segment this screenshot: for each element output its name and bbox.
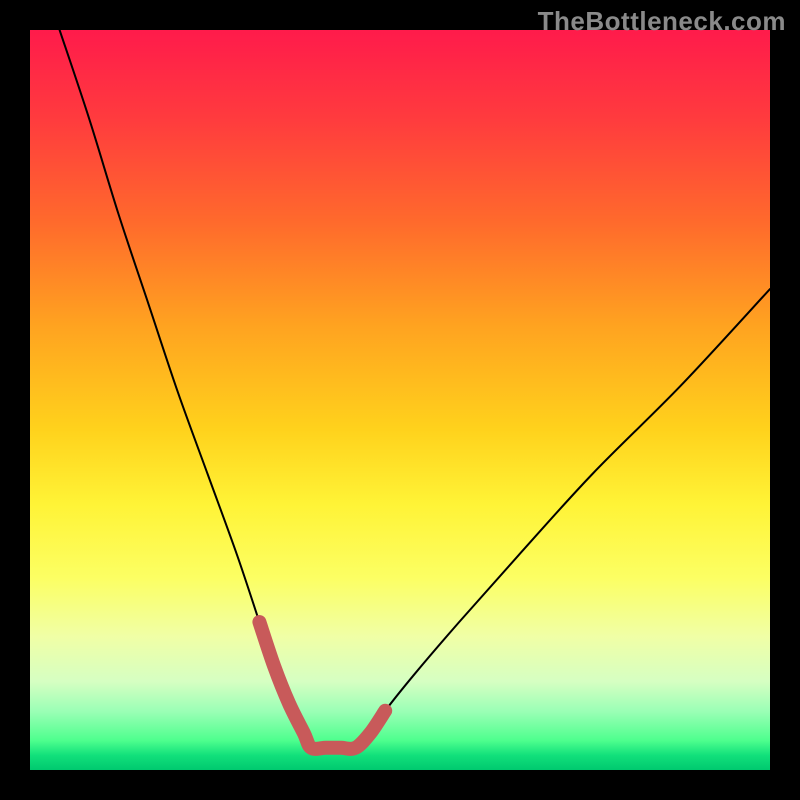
curve-svg: [30, 30, 770, 770]
highlight-segment: [259, 622, 385, 749]
bottleneck-curve: [60, 30, 770, 749]
chart-frame: TheBottleneck.com: [0, 0, 800, 800]
watermark-text: TheBottleneck.com: [538, 6, 786, 37]
gradient-plot-area: [30, 30, 770, 770]
